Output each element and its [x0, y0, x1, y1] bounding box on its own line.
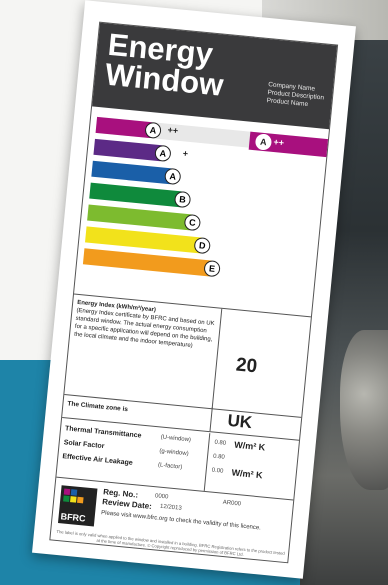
bfrc-logo: BFRC [57, 485, 98, 527]
energy-label-card: Energy Window Company Name Product Descr… [32, 0, 356, 579]
company-block: Company Name Product Description Product… [266, 81, 325, 110]
spec-unit: W/m² K [231, 467, 263, 481]
band-suffix: ++ [167, 124, 179, 136]
logo-square [63, 495, 70, 503]
band-letter: A [164, 167, 182, 186]
logo-square [70, 496, 77, 503]
band-suffix: + [182, 148, 189, 159]
band-b: B [89, 182, 192, 209]
climate-zone-label: The Climate zone is [67, 400, 129, 414]
review-label: Review Date: [101, 497, 153, 511]
title-line-2: Window [103, 56, 225, 103]
spec-value: 0.80 [212, 453, 225, 461]
logo-text: BFRC [60, 511, 87, 524]
spec-value: 0.00 [211, 467, 224, 475]
band-a: A [91, 160, 182, 186]
rating-letter: A [254, 133, 273, 151]
review-value: 12/2013 [159, 503, 182, 512]
band-a-plus-plus: A ++ [95, 116, 179, 140]
rating-scale: A ++ A + A B C D E A ++ [75, 114, 329, 308]
visit-text: Please visit www.bfrc.org to check the v… [100, 510, 262, 532]
band-letter: B [173, 190, 192, 209]
logo-square [70, 489, 78, 496]
label-header: Energy Window Company Name Product Descr… [92, 22, 338, 130]
reg-value: 0000 [154, 493, 169, 501]
band-letter: A [154, 144, 172, 163]
spec-symbol: (L-factor) [157, 462, 183, 471]
product-rating-arrow: A ++ [248, 131, 329, 158]
band-letter: E [203, 259, 221, 278]
spec-value: 0.80 [214, 439, 227, 447]
label-title: Energy Window [103, 27, 228, 103]
band-letter: C [183, 213, 202, 232]
spec-symbol: (U-window) [160, 434, 192, 444]
spec-name: Thermal Transmittance [64, 425, 142, 440]
climate-zone-value: UK [226, 410, 253, 433]
energy-label-border: Energy Window Company Name Product Descr… [49, 21, 339, 564]
band-a-plus: A + [93, 138, 188, 163]
fine-print: The label is only valid when applied to … [56, 528, 286, 557]
logo-square [77, 496, 84, 504]
band-letter: D [193, 236, 211, 255]
reg-code: AR000 [222, 499, 242, 508]
divider [209, 407, 213, 432]
spec-unit: W/m² K [233, 439, 266, 453]
energy-index-value: 20 [234, 354, 259, 378]
rating-suffix: ++ [273, 136, 285, 148]
logo-square [63, 488, 71, 496]
band-c: C [87, 204, 202, 232]
energy-index-description: Energy Index (kWh/m²/year) (Energy Index… [74, 299, 217, 352]
